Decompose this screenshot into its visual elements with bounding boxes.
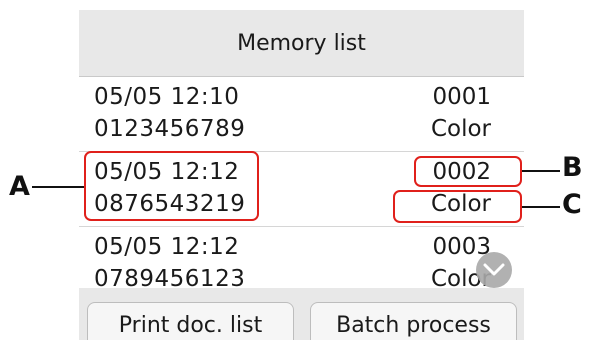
- transaction-number: 0001: [432, 84, 491, 110]
- button-bar: Print doc. list Batch process: [79, 288, 524, 340]
- color-mode: Color: [430, 116, 491, 142]
- scroll-down-button[interactable]: [476, 252, 512, 288]
- batch-process-button[interactable]: Batch process: [310, 302, 517, 340]
- received-datetime: 05/05 12:10: [94, 84, 240, 110]
- print-doc-list-button[interactable]: Print doc. list: [87, 302, 294, 340]
- callout-leader-b: [522, 170, 560, 172]
- callout-label-b: B: [562, 152, 583, 183]
- sender-number: 0123456789: [94, 116, 246, 142]
- page-title: Memory list: [79, 10, 524, 77]
- callout-label-c: C: [562, 189, 582, 220]
- callout-box-a: [84, 151, 259, 221]
- callout-box-b: [414, 156, 522, 187]
- callout-leader-a: [32, 186, 84, 188]
- callout-leader-c: [522, 206, 560, 208]
- callout-label-a: A: [9, 171, 30, 202]
- list-item[interactable]: 05/05 12:10 0123456789 0001 Color: [79, 77, 524, 152]
- chevron-down-icon: [483, 263, 505, 276]
- callout-box-c: [393, 190, 522, 223]
- received-datetime: 05/05 12:12: [94, 234, 240, 260]
